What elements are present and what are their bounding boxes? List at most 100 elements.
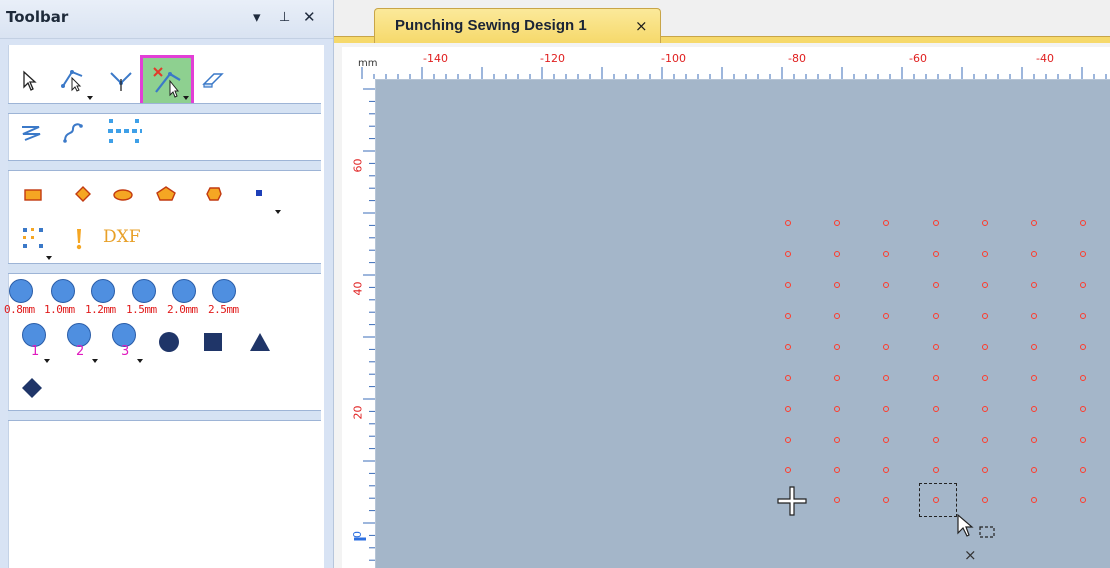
- punch-size-1-2-icon[interactable]: [91, 279, 115, 303]
- tab-design[interactable]: Punching Sewing Design 1 ×: [374, 8, 661, 43]
- solid-circle-icon[interactable]: [154, 327, 184, 357]
- punch-hole[interactable]: [834, 497, 840, 503]
- punch-size-1-0-icon[interactable]: [51, 279, 75, 303]
- punch-hole[interactable]: [982, 375, 988, 381]
- punch-hole[interactable]: [834, 220, 840, 226]
- curve-stitch-icon[interactable]: [58, 118, 88, 148]
- punch-hole[interactable]: [834, 251, 840, 257]
- punch-hole[interactable]: [1031, 437, 1037, 443]
- punch-hole[interactable]: [1080, 313, 1086, 319]
- ellipse-shape-icon[interactable]: [108, 180, 138, 210]
- punch-hole[interactable]: [933, 467, 939, 473]
- punch-hole[interactable]: [785, 375, 791, 381]
- design-canvas[interactable]: ×: [376, 80, 1110, 568]
- eraser-icon[interactable]: [198, 65, 228, 95]
- punch-hole[interactable]: [1031, 251, 1037, 257]
- punch-hole[interactable]: [834, 406, 840, 412]
- punch-hole[interactable]: [1080, 437, 1086, 443]
- punch-hole[interactable]: [982, 282, 988, 288]
- zigzag-stitch-icon[interactable]: [16, 118, 46, 148]
- punch-hole[interactable]: [982, 220, 988, 226]
- polygon-shape-icon[interactable]: [199, 179, 229, 209]
- punch-hole[interactable]: [1080, 497, 1086, 503]
- alert-icon[interactable]: [64, 224, 94, 254]
- punch-hole[interactable]: [785, 406, 791, 412]
- punch-select-dropdown-icon[interactable]: [183, 96, 189, 100]
- punch-hole[interactable]: [883, 437, 889, 443]
- punch-hole[interactable]: [883, 375, 889, 381]
- punch-hole[interactable]: [834, 437, 840, 443]
- punch-hole[interactable]: [1031, 497, 1037, 503]
- punch-hole[interactable]: [1080, 375, 1086, 381]
- punch-hole[interactable]: [1031, 375, 1037, 381]
- punch-hole[interactable]: [982, 497, 988, 503]
- punch-hole[interactable]: [933, 375, 939, 381]
- rectangle-shape-icon[interactable]: [18, 180, 48, 210]
- punch-hole[interactable]: [1031, 282, 1037, 288]
- punch-hole[interactable]: [1031, 344, 1037, 350]
- punch-hole[interactable]: [883, 467, 889, 473]
- node-select-dropdown-icon[interactable]: [87, 96, 93, 100]
- punch-size-2-0-icon[interactable]: [172, 279, 196, 303]
- punch-hole[interactable]: [834, 344, 840, 350]
- punch-hole[interactable]: [785, 282, 791, 288]
- punch-hole[interactable]: [1031, 220, 1037, 226]
- punch-hole[interactable]: [883, 406, 889, 412]
- punch-tool-2-dropdown-icon[interactable]: [92, 359, 98, 363]
- punch-hole[interactable]: [1031, 467, 1037, 473]
- punch-hole[interactable]: [785, 344, 791, 350]
- point-shape-icon[interactable]: [245, 179, 275, 209]
- punch-hole[interactable]: [982, 437, 988, 443]
- pin-icon[interactable]: ⊥: [279, 10, 290, 25]
- punch-hole[interactable]: [933, 313, 939, 319]
- cut-select-icon[interactable]: [106, 66, 136, 96]
- punch-hole[interactable]: [1080, 406, 1086, 412]
- diamond-shape-icon[interactable]: [68, 179, 98, 209]
- point-array-icon[interactable]: [18, 223, 48, 253]
- punch-hole[interactable]: [1031, 313, 1037, 319]
- punch-hole[interactable]: [785, 251, 791, 257]
- punch-hole[interactable]: [834, 467, 840, 473]
- close-icon[interactable]: ✕: [303, 8, 316, 26]
- punch-hole[interactable]: [834, 313, 840, 319]
- dropdown-icon[interactable]: ▾: [253, 8, 261, 26]
- punch-hole[interactable]: [933, 406, 939, 412]
- punch-hole[interactable]: [933, 497, 939, 503]
- punch-hole[interactable]: [834, 375, 840, 381]
- point-array-dropdown-icon[interactable]: [46, 256, 52, 260]
- punch-tool-1-dropdown-icon[interactable]: [44, 359, 50, 363]
- punch-hole[interactable]: [1080, 251, 1086, 257]
- dotted-line-icon[interactable]: [106, 116, 144, 146]
- punch-size-1-5-icon[interactable]: [132, 279, 156, 303]
- punch-hole[interactable]: [1080, 282, 1086, 288]
- punch-hole[interactable]: [785, 313, 791, 319]
- punch-hole[interactable]: [883, 220, 889, 226]
- point-shape-dropdown-icon[interactable]: [275, 210, 281, 214]
- solid-square-icon[interactable]: [198, 327, 228, 357]
- punch-hole[interactable]: [785, 220, 791, 226]
- punch-hole[interactable]: [982, 467, 988, 473]
- solid-triangle-icon[interactable]: [245, 327, 275, 357]
- punch-hole[interactable]: [785, 437, 791, 443]
- close-tab-icon[interactable]: ×: [635, 17, 648, 35]
- punch-hole[interactable]: [982, 406, 988, 412]
- punch-hole[interactable]: [785, 467, 791, 473]
- punch-hole[interactable]: [933, 251, 939, 257]
- punch-hole[interactable]: [1031, 406, 1037, 412]
- punch-hole[interactable]: [982, 251, 988, 257]
- select-arrow-icon[interactable]: [16, 66, 46, 96]
- punch-hole[interactable]: [933, 282, 939, 288]
- dxf-import-button[interactable]: DXF: [103, 227, 141, 247]
- punch-hole[interactable]: [933, 220, 939, 226]
- punch-hole[interactable]: [982, 344, 988, 350]
- punch-hole[interactable]: [883, 344, 889, 350]
- punch-hole[interactable]: [883, 282, 889, 288]
- punch-hole[interactable]: [1080, 467, 1086, 473]
- solid-diamond-icon[interactable]: [17, 373, 47, 403]
- punch-size-2-5-icon[interactable]: [212, 279, 236, 303]
- pentagon-shape-icon[interactable]: [151, 179, 181, 209]
- node-select-icon[interactable]: [58, 64, 88, 94]
- punch-tool-3-dropdown-icon[interactable]: [137, 359, 143, 363]
- punch-hole[interactable]: [933, 437, 939, 443]
- punch-hole[interactable]: [1080, 220, 1086, 226]
